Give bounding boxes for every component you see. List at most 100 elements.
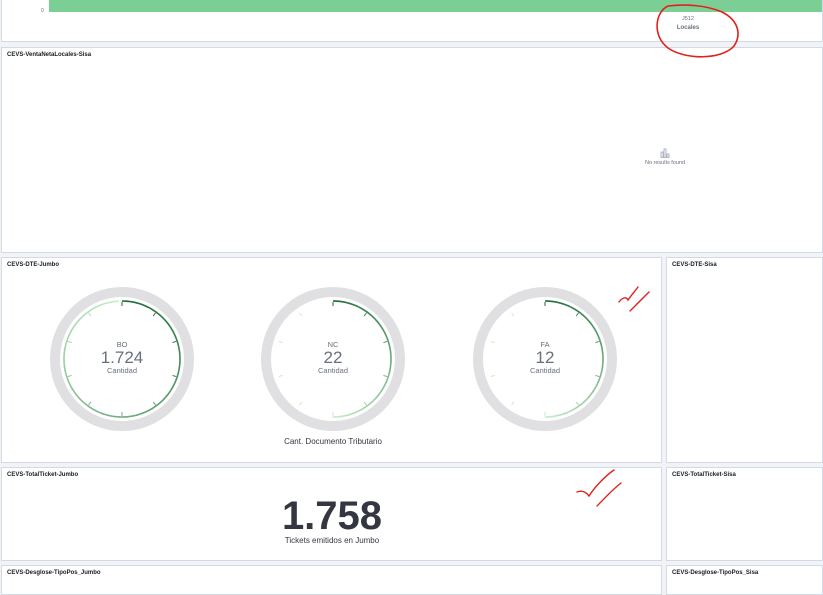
gauge-arc-segment [371, 315, 373, 317]
gauge-arc-segment [567, 305, 569, 306]
gauge-tick [576, 402, 578, 405]
gauge-arc-segment [556, 302, 559, 303]
gauge-arc-segment [601, 370, 602, 373]
gauge-arc-segment [171, 328, 173, 332]
gauge-arc-segment [381, 327, 382, 329]
gauge-arc-segment [365, 311, 367, 313]
gauge-arc-segment [68, 379, 70, 383]
gauge-arc-segment [594, 387, 595, 389]
total-ticket-sisa-panel: CEVS-TotalTicket-Sisa [666, 467, 823, 561]
gauge-arc-segment [559, 303, 562, 304]
gauge-arc-segment [382, 329, 383, 331]
gauge-tick [595, 375, 599, 376]
gauge-arc-segment [372, 316, 374, 318]
gauge-arc-segment [601, 343, 602, 346]
gauge-arc-segment [65, 370, 66, 375]
gauge-arc-segment [74, 391, 77, 395]
gauge-arc-segment [169, 388, 172, 392]
gauge-arc-segment [344, 302, 347, 303]
panel-title: CEVS-Desglose-TipoPos_Sisa [672, 570, 758, 576]
gauge-arc-segment [131, 302, 136, 303]
gauge-arc-segment [361, 408, 363, 409]
gauge-arc-segment [346, 415, 349, 416]
gauge-arc-segment [355, 412, 357, 413]
gauge-arc-segment [569, 411, 571, 412]
gauge-arc-segment [386, 379, 387, 381]
chart-bar[interactable] [49, 0, 823, 12]
gauge-arc-segment [584, 316, 586, 318]
gauge-tick [153, 313, 155, 316]
gauge-arc-segment [601, 345, 602, 348]
gauge-arc-segment [175, 336, 177, 341]
gauge-arc-segment [172, 384, 174, 388]
gauge-arc-segment [601, 373, 602, 376]
gauge-tick [88, 313, 90, 316]
gauge-arc-segment [389, 373, 390, 376]
gauge-arc-segment [599, 337, 600, 339]
gauge-arc-segment [349, 303, 352, 304]
no-results-text: No results found [615, 160, 715, 166]
gauge-arc-segment [97, 305, 101, 307]
gauge-arc-segment [594, 329, 595, 331]
venta-neta-panel: CEVS-VentaNetaLocales-Sisa No results fo… [1, 47, 823, 253]
gauge-arc-segment [67, 335, 69, 340]
gauge-arc-segment [355, 305, 357, 306]
gauge-value: 22 [283, 349, 383, 366]
gauge-arc-segment [97, 411, 101, 413]
gauge-arc-segment [101, 303, 106, 305]
gauge-arc-segment [575, 310, 577, 311]
gauge-arc-segment [76, 395, 79, 399]
gauge-arc-segment [579, 405, 581, 407]
gauge-arc-segment [584, 400, 586, 402]
gauge-arc-segment [135, 303, 140, 304]
gauge-arc-segment [160, 399, 164, 402]
gauge-arc-segment [79, 317, 82, 320]
gauge-arc-segment [157, 402, 161, 405]
gauge-arc-segment [128, 416, 133, 417]
gauge-tick [299, 402, 301, 405]
gauge-arc-segment [389, 345, 390, 348]
gauge-arc-segment [93, 409, 97, 411]
gauge-arc-segment [387, 337, 388, 339]
gauge-arc-segment [109, 302, 114, 303]
gauge-arc-segment [586, 318, 588, 320]
metric-value: 1.758 [232, 494, 432, 538]
gauge-arc-segment [153, 405, 157, 408]
gauge-arc-segment [592, 391, 594, 393]
gauge-tick [383, 341, 387, 342]
gauge-arc-segment [361, 308, 363, 309]
gauge-value: 12 [495, 349, 595, 366]
gauge-arc-segment [76, 320, 79, 324]
gauge-arc-segment [64, 366, 65, 371]
top-chart-panel: 0 J512 Locales [1, 0, 823, 42]
metric-caption: Tickets emitidos en Jumbo [232, 536, 432, 545]
gauge-arc-segment [351, 304, 353, 305]
gauge-arc-segment [598, 379, 599, 381]
gauge-arc-segment [597, 333, 598, 335]
gauge-arc-segment [598, 335, 599, 337]
gauge-arc-segment [363, 310, 365, 311]
gauge-tick [88, 402, 90, 405]
gauge-arc-segment [357, 411, 359, 412]
gauge-arc-segment [101, 413, 106, 415]
gauge-arc-segment [588, 320, 590, 322]
gauge-tick [68, 375, 72, 376]
x-axis-title: Locales [668, 25, 708, 31]
gauge-arc-segment [567, 412, 569, 413]
gauge-arc-segment [589, 321, 591, 323]
gauge-arc-segment [137, 414, 142, 415]
gauge-arc-segment [353, 413, 355, 414]
gauge-arc-segment [385, 383, 386, 385]
gauge-arc-segment [174, 380, 176, 384]
gauge-arc-segment [140, 304, 145, 306]
gauge-arc-segment [377, 395, 379, 397]
y-axis-zero-label: 0 [41, 8, 44, 14]
gauge-label-nc: NC 22 Cantidad [283, 340, 383, 375]
gauge-arc-segment [145, 410, 149, 412]
gauge-arc-segment [388, 375, 389, 378]
gauge-arc-segment [592, 325, 594, 327]
gauge-arc-segment [573, 408, 575, 409]
gauge-arc-segment [144, 305, 148, 307]
gauge-arc-segment [127, 301, 132, 302]
gauge-tick [364, 313, 366, 316]
